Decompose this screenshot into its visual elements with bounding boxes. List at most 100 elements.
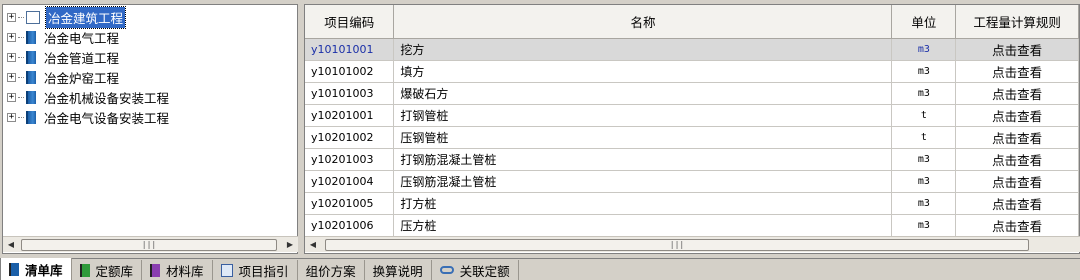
tab-1[interactable]: 定额库 [71,260,143,280]
scrollbar-thumb[interactable]: ||| [325,238,1029,251]
tab-4[interactable]: 组价方案 [297,260,365,280]
view-rule-link[interactable]: 点击查看 [955,214,1079,237]
view-rule-link[interactable]: 点击查看 [955,60,1079,83]
tree-node[interactable]: + 冶金电气设备安装工程 [7,107,171,127]
view-rule-link[interactable]: 点击查看 [955,170,1079,193]
grid-horizontal-scrollbar[interactable]: ◀ ||| [305,236,1080,252]
column-header-name[interactable]: 名称 [393,5,893,39]
cell-code: y10101002 [305,60,395,83]
cell-unit: t [891,104,957,127]
cell-code: y10201002 [305,126,395,149]
column-header-code[interactable]: 项目编码 [305,5,395,39]
tree-connector [18,96,24,98]
view-rule-link[interactable]: 点击查看 [955,104,1079,127]
tab-label: 关联定额 [459,263,510,279]
cell-unit: m3 [891,60,957,83]
column-header-unit[interactable]: 单位 [891,5,957,39]
cell-name: 挖方 [393,38,893,61]
book-icon [26,110,36,124]
tree-node[interactable]: + 冶金建筑工程 [7,5,127,29]
cell-code: y10101001 [305,38,395,61]
table-row[interactable]: y10101003 爆破石方 m3 点击查看 [305,82,1079,105]
tab-0[interactable]: 清单库 [0,258,72,280]
table-header-row: 项目编码 名称 单位 工程量计算规则 [305,5,1079,39]
view-rule-link[interactable]: 点击查看 [955,192,1079,215]
tab-6[interactable]: 关联定额 [431,260,519,280]
expand-icon[interactable]: + [7,12,16,22]
cell-unit: m3 [891,214,957,237]
open-book-icon [26,10,40,24]
tab-label: 项目指引 [238,263,289,279]
cell-name: 打钢筋混凝土管桩 [393,148,893,171]
cell-unit: m3 [891,192,957,215]
tab-3[interactable]: 项目指引 [212,260,298,280]
cell-code: y10101003 [305,82,395,105]
expand-icon[interactable]: + [7,112,16,122]
category-tree[interactable]: + 冶金建筑工程 + 冶金电气工程 + 冶金管道工程 + 冶金炉窑工程 + 冶金机械设备安装工程 +… [2,4,298,254]
tree-node[interactable]: + 冶金机械设备安装工程 [7,87,171,107]
cell-name: 爆破石方 [393,82,893,105]
tree-node[interactable]: + 冶金管道工程 [7,47,121,67]
bill-item-table: 项目编码 名称 单位 工程量计算规则 y10101001 挖方 m3 点击查看 y101… [305,5,1079,237]
tree-node[interactable]: + 冶金电气工程 [7,27,121,47]
tree-connector [18,56,24,58]
cell-name: 打钢管桩 [393,104,893,127]
guide-icon [220,263,233,277]
purple-book-icon [150,263,161,277]
tree-connector [18,76,24,78]
tree-connector [18,16,24,18]
cell-unit: m3 [891,170,957,193]
cell-unit: m3 [891,148,957,171]
expand-icon[interactable]: + [7,72,16,82]
tree-node-label: 冶金炉窑工程 [44,70,120,86]
tab-label: 换算说明 [372,263,423,279]
cell-code: y10201006 [305,214,395,237]
tree-connector [18,36,24,38]
tab-5[interactable]: 换算说明 [364,260,432,280]
book-icon [26,90,36,104]
scroll-left-arrow-icon[interactable]: ◀ [305,237,321,253]
table-row[interactable]: y10101002 填方 m3 点击查看 [305,60,1079,83]
cell-unit: m3 [891,38,957,61]
tab-label: 材料库 [166,263,204,279]
book-icon [26,50,36,64]
tree-node-label: 冶金建筑工程 [44,5,127,29]
expand-icon[interactable]: + [7,32,16,42]
column-header-rule[interactable]: 工程量计算规则 [955,5,1079,39]
table-row[interactable]: y10101001 挖方 m3 点击查看 [305,38,1079,61]
scroll-right-arrow-icon[interactable]: ▶ [282,237,298,253]
tree-node-label: 冶金机械设备安装工程 [44,90,170,106]
cell-unit: m3 [891,82,957,105]
blue-book-icon [9,262,19,276]
view-rule-link[interactable]: 点击查看 [955,126,1079,149]
table-row[interactable]: y10201001 打钢管桩 t 点击查看 [305,104,1079,127]
cell-code: y10201005 [305,192,395,215]
scroll-left-arrow-icon[interactable]: ◀ [3,237,19,253]
table-row[interactable]: y10201004 压钢筋混凝土管桩 m3 点击查看 [305,170,1079,193]
view-rule-link[interactable]: 点击查看 [955,82,1079,105]
table-row[interactable]: y10201006 压方桩 m3 点击查看 [305,214,1079,237]
scrollbar-thumb[interactable]: ||| [21,238,277,251]
tree-horizontal-scrollbar[interactable]: ◀ ||| ▶ [3,236,298,252]
view-rule-link[interactable]: 点击查看 [955,148,1079,171]
tab-2[interactable]: 材料库 [142,260,213,280]
link-icon [439,266,454,274]
tree-node-label: 冶金管道工程 [44,50,120,66]
table-row[interactable]: y10201003 打钢筋混凝土管桩 m3 点击查看 [305,148,1079,171]
green-book-icon [79,263,90,277]
view-rule-link[interactable]: 点击查看 [955,38,1079,61]
cell-code: y10201001 [305,104,395,127]
table-row[interactable]: y10201002 压钢管桩 t 点击查看 [305,126,1079,149]
tab-label: 组价方案 [305,263,356,279]
expand-icon[interactable]: + [7,52,16,62]
table-row[interactable]: y10201005 打方桩 m3 点击查看 [305,192,1079,215]
bill-item-grid: 项目编码 名称 单位 工程量计算规则 y10101001 挖方 m3 点击查看 y101… [304,4,1080,254]
tree-node-label: 冶金电气设备安装工程 [44,110,170,126]
tree-connector [18,116,24,118]
tab-label: 定额库 [95,263,134,279]
cell-code: y10201003 [305,148,395,171]
tree-node[interactable]: + 冶金炉窑工程 [7,67,121,87]
cell-name: 压钢管桩 [393,126,893,149]
expand-icon[interactable]: + [7,92,16,102]
book-icon [26,30,36,44]
